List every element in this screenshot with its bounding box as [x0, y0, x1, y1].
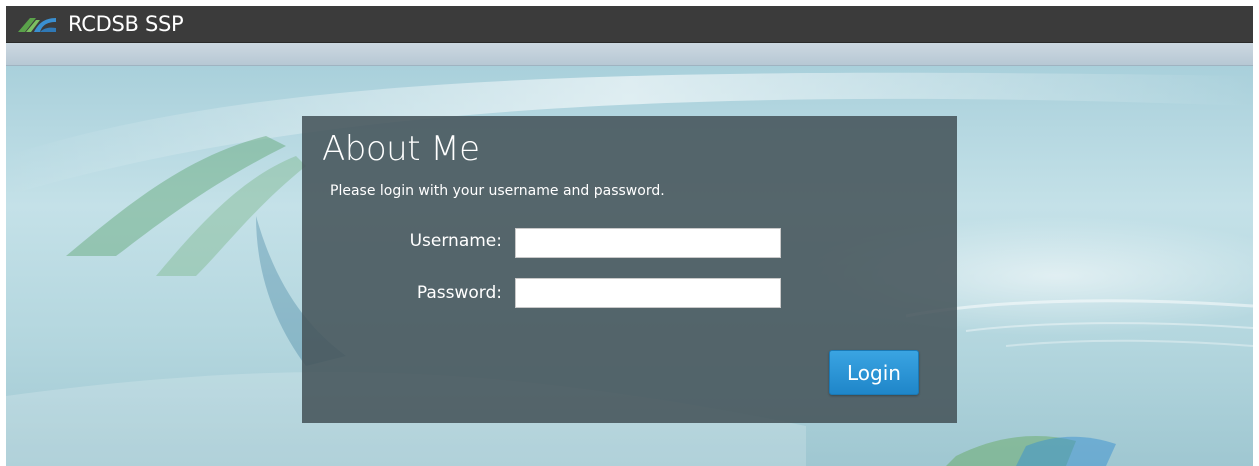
login-instructions: Please login with your username and pass…	[330, 183, 665, 199]
username-input[interactable]	[515, 228, 781, 258]
page-frame: RCDSB SSP About Me Please login with you…	[6, 6, 1253, 466]
password-label: Password:	[416, 283, 502, 303]
sub-header-bar	[6, 43, 1253, 66]
background-image: About Me Please login with your username…	[6, 66, 1253, 466]
rcdsb-logo-icon	[18, 18, 56, 32]
login-button[interactable]: Login	[829, 350, 919, 395]
login-panel: About Me Please login with your username…	[302, 116, 957, 423]
top-bar: RCDSB SSP	[6, 6, 1253, 43]
app-title: RCDSB SSP	[68, 12, 184, 36]
panel-title: About Me	[322, 129, 480, 169]
username-label: Username:	[409, 231, 502, 251]
password-input[interactable]	[515, 278, 781, 308]
